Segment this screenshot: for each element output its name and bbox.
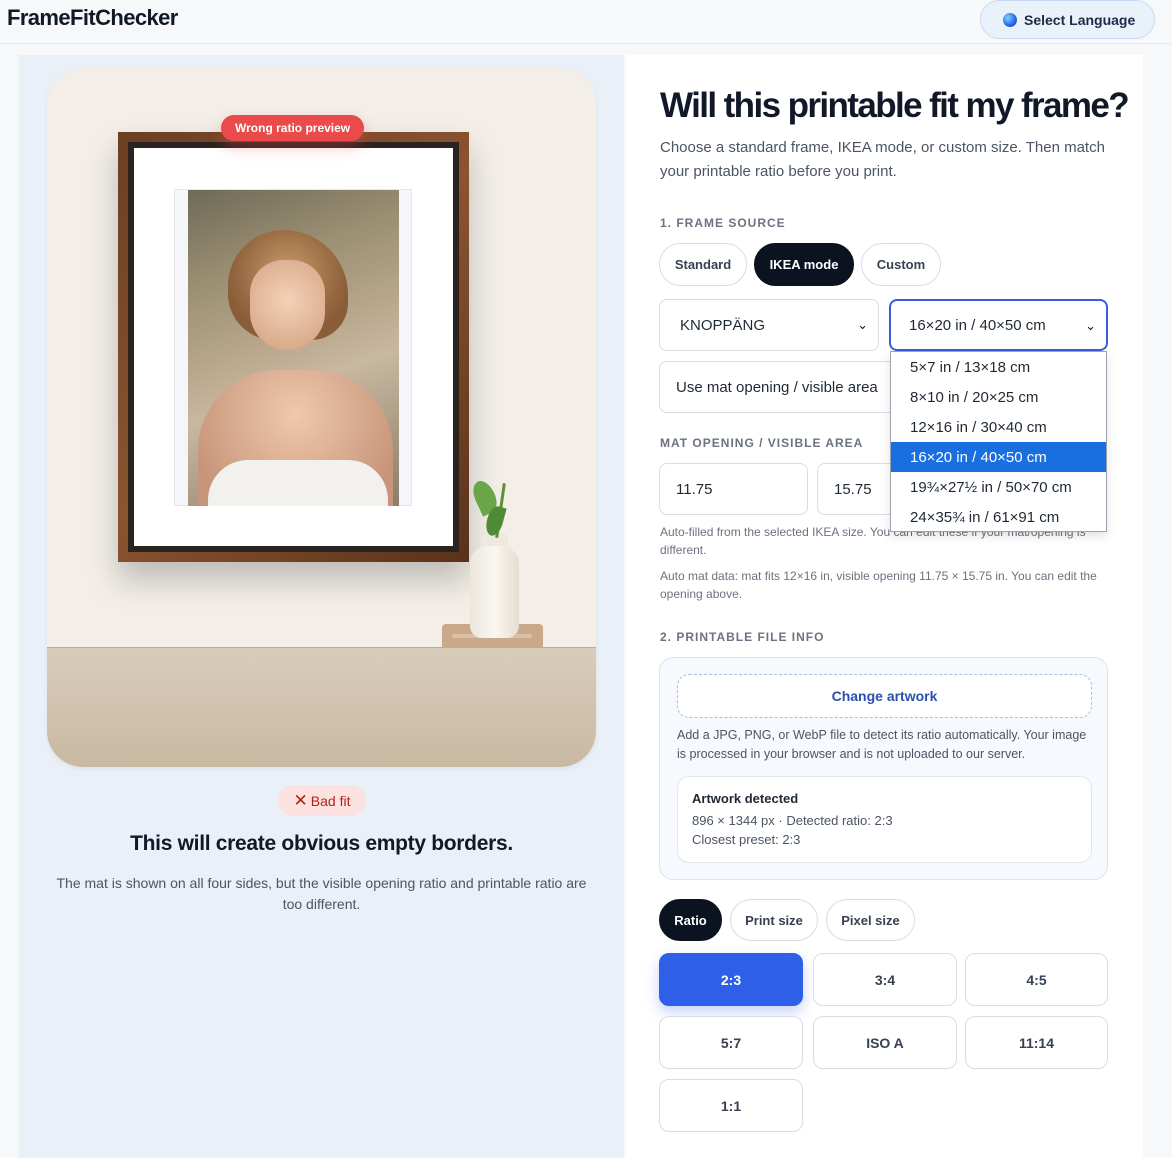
size-option[interactable]: 24×35¾ in / 61×91 cm — [891, 502, 1106, 532]
mat-data-hint: Auto mat data: mat fits 12×16 in, visibl… — [660, 569, 1097, 601]
tab-standard[interactable]: Standard — [659, 243, 747, 286]
page-title: Will this printable fit my frame? — [660, 86, 1130, 125]
mat — [134, 148, 453, 546]
room-scene: Wrong ratio preview — [47, 68, 596, 767]
photo-top — [208, 460, 388, 506]
upload-description: Add a JPG, PNG, or WebP file to detect i… — [677, 728, 1087, 761]
tab-ratio[interactable]: Ratio — [659, 899, 722, 941]
size-option[interactable]: 12×16 in / 30×40 cm — [891, 412, 1106, 442]
x-icon: ✕ — [293, 791, 308, 810]
ratio-preset-4-5[interactable]: 4:5 — [965, 953, 1108, 1006]
frame-size-select[interactable]: 16×20 in / 40×50 cm ⌄ — [889, 299, 1108, 351]
tab-print-size[interactable]: Print size — [730, 899, 818, 941]
result-title: This will create obvious empty borders. — [130, 832, 513, 855]
select-language-label: Select Language — [1024, 11, 1136, 28]
mat-mode-select[interactable]: Use mat opening / visible area — [659, 361, 899, 413]
page-subtitle: Choose a standard frame, IKEA mode, or c… — [660, 139, 1105, 180]
size-option-selected[interactable]: 16×20 in / 40×50 cm — [891, 442, 1106, 472]
bad-fit-label: Bad fit — [310, 792, 351, 809]
frame-size-value: 16×20 in / 40×50 cm — [909, 316, 1046, 334]
vase — [470, 546, 519, 638]
ratio-preset-5-7[interactable]: 5:7 — [659, 1016, 803, 1069]
opening-width-input[interactable]: 11.75 — [659, 463, 808, 515]
opening-height-value: 15.75 — [834, 480, 872, 498]
frame-model-select[interactable]: KNOPPÄNG ⌄ — [659, 299, 879, 351]
mat-opening — [174, 189, 412, 506]
size-option[interactable]: 8×10 in / 20×25 cm — [891, 382, 1106, 412]
bad-fit-badge: ✕ Bad fit — [278, 785, 366, 816]
size-option[interactable]: 5×7 in / 13×18 cm — [891, 352, 1106, 382]
tab-ikea-mode[interactable]: IKEA mode — [754, 243, 854, 286]
floor — [47, 647, 596, 767]
artwork-photo — [188, 190, 399, 506]
size-option[interactable]: 19¾×27½ in / 50×70 cm — [891, 472, 1106, 502]
frame-source-label: 1. FRAME SOURCE — [660, 216, 786, 230]
artwork-detected-title: Artwork detected — [692, 791, 799, 806]
ratio-preset-iso-a[interactable]: ISO A — [813, 1016, 957, 1069]
preview-panel: Wrong ratio preview ✕ Bad fit This will … — [19, 55, 624, 1158]
frame-model-value: KNOPPÄNG — [680, 316, 766, 334]
tab-pixel-size[interactable]: Pixel size — [826, 899, 915, 941]
top-bar: FrameFitChecker Select Language — [0, 0, 1172, 44]
photo-face — [250, 260, 325, 350]
closest-preset: Closest preset: 2:3 — [692, 832, 801, 847]
opening-width-value: 11.75 — [676, 480, 713, 498]
brand-logo[interactable]: FrameFitChecker — [7, 5, 178, 31]
printable-file-label: 2. PRINTABLE FILE INFO — [660, 630, 825, 644]
ratio-preset-11-14[interactable]: 11:14 — [965, 1016, 1108, 1069]
artwork-dimensions: 896 × 1344 px · Detected ratio: 2:3 — [692, 813, 893, 828]
ratio-preset-2-3[interactable]: 2:3 — [659, 953, 803, 1006]
select-language-button[interactable]: Select Language — [980, 0, 1155, 39]
ratio-preset-3-4[interactable]: 3:4 — [813, 953, 957, 1006]
ratio-preset-1-1[interactable]: 1:1 — [659, 1079, 803, 1132]
change-artwork-button[interactable]: Change artwork — [677, 674, 1092, 718]
opening-height-input[interactable]: 15.75 — [817, 463, 897, 515]
tab-custom[interactable]: Custom — [861, 243, 941, 286]
globe-icon — [1003, 12, 1017, 27]
upload-box: Change artwork Add a JPG, PNG, or WebP f… — [659, 657, 1108, 880]
artwork-detected-card: Artwork detected 896 × 1344 px · Detecte… — [677, 776, 1092, 863]
result-description: The mat is shown on all four sides, but … — [56, 875, 587, 912]
frame-size-dropdown: 5×7 in / 13×18 cm 8×10 in / 20×25 cm 12×… — [890, 351, 1107, 532]
mat-mode-value: Use mat opening / visible area — [676, 378, 878, 396]
mat-opening-label: MAT OPENING / VISIBLE AREA — [660, 436, 864, 450]
chevron-down-icon: ⌄ — [1085, 318, 1096, 333]
form-panel: Will this printable fit my frame? Choose… — [626, 55, 1143, 1158]
picture-frame — [118, 132, 469, 562]
chevron-down-icon: ⌄ — [857, 317, 868, 332]
wrong-ratio-badge: Wrong ratio preview — [221, 115, 365, 141]
